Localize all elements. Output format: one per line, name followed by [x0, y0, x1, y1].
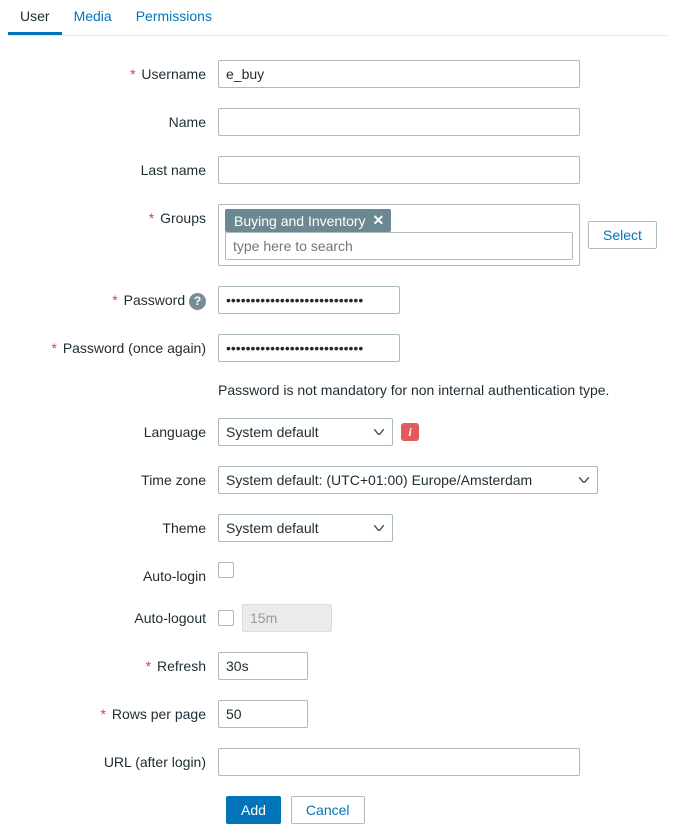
groups-search-input[interactable]	[225, 232, 573, 260]
remove-group-icon[interactable]: ✕	[373, 212, 385, 229]
group-chip: Buying and Inventory ✕	[225, 209, 391, 232]
label-lastname: Last name	[8, 156, 218, 178]
group-chip-label: Buying and Inventory	[234, 213, 366, 229]
name-input[interactable]	[218, 108, 580, 136]
cancel-button[interactable]: Cancel	[291, 796, 365, 824]
select-groups-button[interactable]: Select	[588, 221, 657, 249]
autologout-checkbox[interactable]	[218, 610, 234, 626]
autologin-checkbox[interactable]	[218, 562, 234, 578]
tab-media[interactable]: Media	[62, 0, 124, 35]
rows-input[interactable]	[218, 700, 308, 728]
lastname-input[interactable]	[218, 156, 580, 184]
help-icon[interactable]: ?	[189, 293, 206, 310]
label-url: URL (after login)	[8, 748, 218, 770]
language-select[interactable]: System default	[218, 418, 393, 446]
user-form: * Username Name Last name * Groups Buyin…	[8, 60, 667, 824]
autologout-value: 15m	[242, 604, 332, 632]
add-button[interactable]: Add	[226, 796, 281, 824]
tab-permissions[interactable]: Permissions	[124, 0, 224, 35]
label-autologout: Auto-logout	[8, 604, 218, 626]
info-icon[interactable]: i	[401, 423, 419, 441]
label-language: Language	[8, 418, 218, 440]
label-refresh: * Refresh	[8, 652, 218, 674]
label-password2: * Password (once again)	[8, 334, 218, 356]
label-rows: * Rows per page	[8, 700, 218, 722]
refresh-input[interactable]	[218, 652, 308, 680]
label-password: * Password ?	[8, 286, 218, 310]
label-name: Name	[8, 108, 218, 130]
tabs: User Media Permissions	[8, 0, 667, 36]
label-groups: * Groups	[8, 204, 218, 226]
label-username: * Username	[8, 60, 218, 82]
timezone-select[interactable]: System default: (UTC+01:00) Europe/Amste…	[218, 466, 598, 494]
groups-multiselect[interactable]: Buying and Inventory ✕	[218, 204, 580, 266]
label-theme: Theme	[8, 514, 218, 536]
password2-input[interactable]	[218, 334, 400, 362]
url-input[interactable]	[218, 748, 580, 776]
theme-select[interactable]: System default	[218, 514, 393, 542]
label-autologin: Auto-login	[8, 562, 218, 584]
username-input[interactable]	[218, 60, 580, 88]
label-timezone: Time zone	[8, 466, 218, 488]
password-hint: Password is not mandatory for non intern…	[218, 382, 609, 398]
tab-user[interactable]: User	[8, 0, 62, 35]
password-input[interactable]	[218, 286, 400, 314]
